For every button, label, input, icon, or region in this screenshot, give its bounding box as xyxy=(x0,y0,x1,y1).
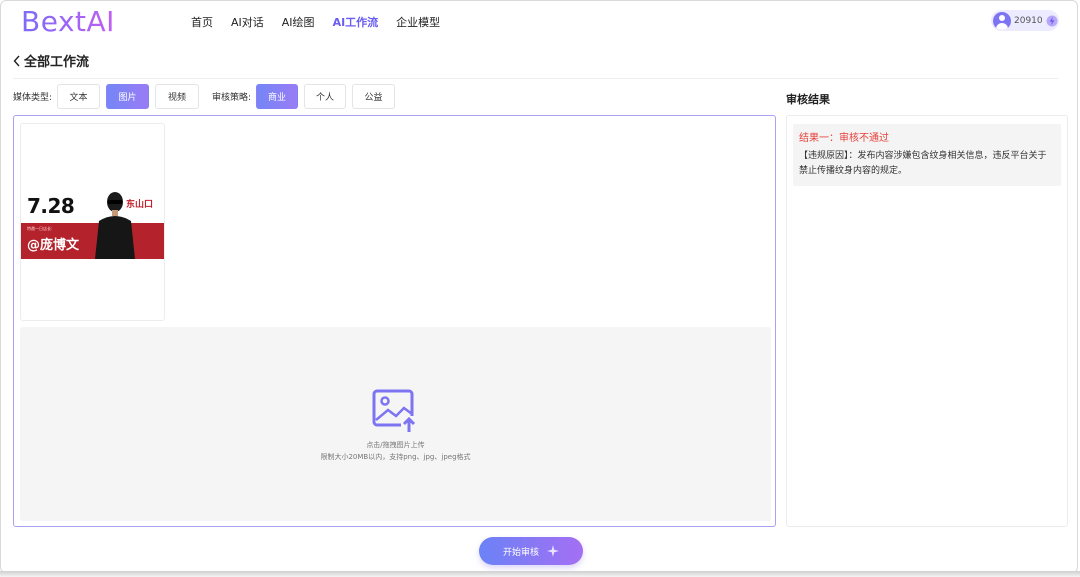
credits-count: 20910 xyxy=(1014,15,1043,26)
user-badge[interactable]: 20910 xyxy=(991,10,1059,31)
result-reason: 【违规原因】：发布内容涉嫌包含纹身相关信息，违反平台关于禁止传播纹身内容的规定。 xyxy=(799,151,1047,176)
uploaded-image: 7.28 东山口 特邀一日店长: @庞博文 xyxy=(21,187,164,259)
page-title: 全部工作流 xyxy=(24,55,90,70)
review-policy-label: 审核策略: xyxy=(212,93,252,103)
media-type-filter: 媒体类型: 文本 图片 视频 xyxy=(13,84,205,109)
policy-option-public-welfare[interactable]: 公益 xyxy=(352,84,396,109)
header-divider xyxy=(13,78,1058,79)
avatar-icon[interactable] xyxy=(993,11,1011,30)
result-panel: 结果一：审核不通过 【违规原因】：发布内容涉嫌包含纹身相关信息，违反平台关于禁止… xyxy=(786,115,1068,527)
image-upload-icon[interactable] xyxy=(371,386,419,434)
poster-date: 7.28 xyxy=(27,194,75,218)
poster-guest-line: 特邀一日店长: xyxy=(27,226,53,231)
sparkle-icon xyxy=(547,545,559,557)
credit-icon xyxy=(1046,15,1058,26)
media-option-video[interactable]: 视频 xyxy=(155,84,200,109)
policy-option-commercial[interactable]: 商业 xyxy=(256,84,299,109)
nav-item-ai-workflow[interactable]: AI工作流 xyxy=(333,14,379,30)
poster-name: @庞博文 xyxy=(27,238,80,253)
media-option-text[interactable]: 文本 xyxy=(57,84,101,109)
result-card: 结果一：审核不通过 【违规原因】：发布内容涉嫌包含纹身相关信息，违反平台关于禁止… xyxy=(793,124,1061,186)
nav-item-enterprise-model[interactable]: 企业模型 xyxy=(396,14,440,30)
upload-hint: 点击/拖拽图片上传 xyxy=(366,441,425,449)
result-status: 结果一：审核不通过 xyxy=(799,133,889,144)
upload-panel: 7.28 东山口 特邀一日店长: @庞博文 点击/拖拽图片上传 限制大小20MB… xyxy=(13,115,776,527)
upload-limits: 限制大小20MB以内，支持png、jpg、jpeg格式 xyxy=(320,453,471,461)
media-option-image[interactable]: 图片 xyxy=(106,84,150,109)
back-to-all-workflows[interactable]: 全部工作流 xyxy=(12,51,89,70)
policy-option-personal[interactable]: 个人 xyxy=(304,84,347,109)
upload-dropzone[interactable]: 点击/拖拽图片上传 限制大小20MB以内，支持png、jpg、jpeg格式 xyxy=(20,327,771,521)
nav-item-ai-drawing[interactable]: AI绘图 xyxy=(282,14,315,30)
review-policy-filter: 审核策略: 商业 个人 公益 xyxy=(212,84,401,109)
app-window: BextAI 首页 AI对话 AI绘图 AI工作流 企业模型 20910 全部工… xyxy=(0,0,1078,573)
brand-logo[interactable]: BextAI xyxy=(21,5,115,38)
nav-item-ai-chat[interactable]: AI对话 xyxy=(231,14,264,30)
uploaded-image-card[interactable]: 7.28 东山口 特邀一日店长: @庞博文 xyxy=(20,123,165,321)
result-section-title: 审核结果 xyxy=(786,93,830,106)
person-figure xyxy=(95,192,135,259)
top-nav: 首页 AI对话 AI绘图 AI工作流 企业模型 xyxy=(191,14,440,30)
start-review-button[interactable]: 开始审核 xyxy=(479,537,583,565)
media-type-label: 媒体类型: xyxy=(13,93,53,103)
chevron-left-icon[interactable] xyxy=(12,55,22,67)
nav-item-home[interactable]: 首页 xyxy=(191,14,213,30)
window-bottom-shadow xyxy=(0,571,1080,577)
start-review-label: 开始审核 xyxy=(502,547,539,558)
